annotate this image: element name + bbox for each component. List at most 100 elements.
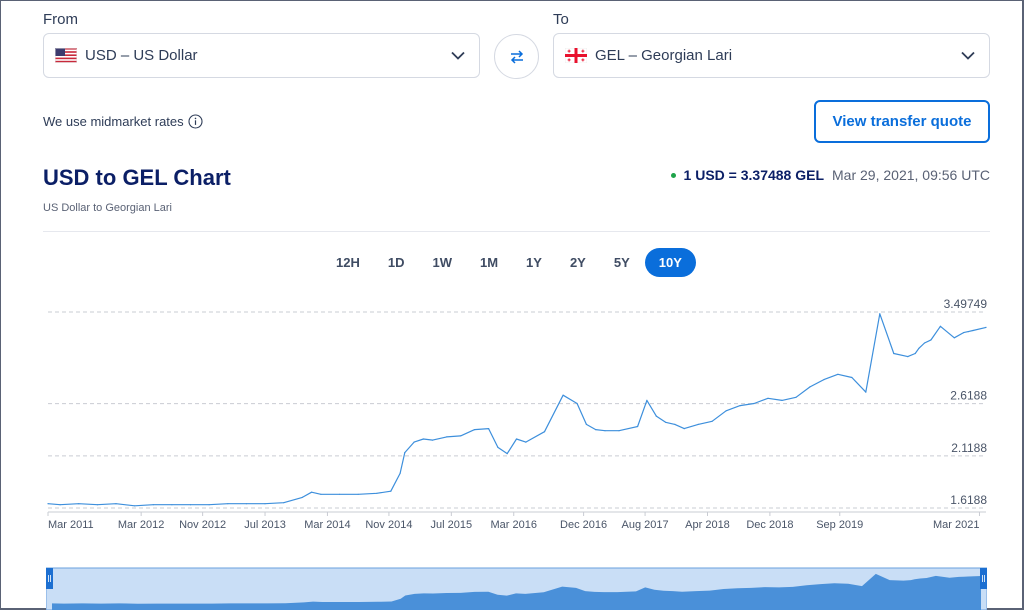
us-flag-icon xyxy=(55,48,77,63)
data-point xyxy=(390,490,392,492)
x-tick-label: Sep 2019 xyxy=(816,519,863,531)
data-point xyxy=(497,446,499,448)
data-point xyxy=(506,453,508,455)
data-point xyxy=(674,423,676,425)
x-tick-label: Mar 2014 xyxy=(304,519,350,531)
data-point xyxy=(781,399,783,401)
data-point xyxy=(585,423,588,425)
tab-5y[interactable]: 5Y xyxy=(601,248,643,277)
x-tick-label: Nov 2012 xyxy=(179,519,226,531)
data-point xyxy=(152,504,154,506)
to-currency-select[interactable]: GEL – Georgian Lari xyxy=(553,33,990,78)
data-point xyxy=(665,421,667,423)
chevron-down-icon xyxy=(961,51,975,60)
tab-1d[interactable]: 1D xyxy=(375,248,418,277)
midmarket-text: We use midmarket rates xyxy=(43,114,184,129)
tab-10y[interactable]: 10Y xyxy=(644,248,696,277)
to-label: To xyxy=(553,11,569,28)
data-point xyxy=(189,504,192,506)
time-range-tabs: 12H 1D 1W 1M 1Y 2Y 5Y 10Y xyxy=(323,248,698,277)
from-label: From xyxy=(43,11,78,28)
data-point xyxy=(879,313,881,315)
from-currency-text: USD – US Dollar xyxy=(85,47,198,64)
data-point xyxy=(753,402,755,405)
navigator-left-handle[interactable] xyxy=(46,568,53,589)
data-point xyxy=(939,325,942,327)
y-tick-label: 1.6188 xyxy=(950,493,987,507)
data-point xyxy=(301,496,303,498)
tab-1y[interactable]: 1Y xyxy=(513,248,555,277)
data-point xyxy=(655,415,657,417)
tab-1w[interactable]: 1W xyxy=(419,248,465,277)
data-point xyxy=(562,394,564,396)
swap-currencies-button[interactable] xyxy=(494,34,539,79)
x-tick-label: Jul 2013 xyxy=(244,519,286,531)
tab-12h[interactable]: 12H xyxy=(323,248,373,277)
data-point xyxy=(422,438,424,440)
data-point xyxy=(283,502,285,504)
midmarket-note: We use midmarket rates xyxy=(43,114,203,129)
data-point xyxy=(985,326,987,328)
data-point xyxy=(446,436,448,438)
data-point xyxy=(227,503,229,505)
x-tick-label: Dec 2016 xyxy=(560,519,607,531)
data-point xyxy=(543,431,546,433)
rate-timestamp: Mar 29, 2021, 09:56 UTC xyxy=(832,167,990,183)
info-icon[interactable] xyxy=(188,114,203,129)
x-tick-label: Mar 2016 xyxy=(490,519,536,531)
data-point xyxy=(739,405,741,407)
x-tick-label: Mar 2021 xyxy=(933,519,979,531)
data-point xyxy=(604,430,606,432)
navigator-right-handle[interactable] xyxy=(980,568,987,589)
tab-2y[interactable]: 2Y xyxy=(557,248,599,277)
data-point xyxy=(488,428,490,430)
rate-chart: 3.49749 2.6188 2.1188 1.6188 Mar 2011 Mar 201… xyxy=(47,297,987,531)
data-point xyxy=(809,386,811,388)
data-point xyxy=(725,410,727,412)
data-point xyxy=(914,352,916,355)
x-tick-label: Aug 2017 xyxy=(622,519,669,531)
tab-1m[interactable]: 1M xyxy=(467,248,511,277)
data-point xyxy=(134,505,136,507)
data-point xyxy=(918,347,920,349)
data-point xyxy=(264,503,266,505)
data-point xyxy=(171,504,173,506)
from-currency-select[interactable]: USD – US Dollar xyxy=(43,33,480,78)
x-tick-label: Mar 2012 xyxy=(118,519,164,531)
data-point xyxy=(697,423,699,425)
data-point xyxy=(923,342,926,344)
range-navigator[interactable] xyxy=(46,566,987,610)
data-point xyxy=(963,332,965,334)
data-point xyxy=(646,399,648,401)
data-point xyxy=(515,438,518,440)
data-point xyxy=(96,504,98,506)
data-point xyxy=(59,504,61,506)
data-point xyxy=(399,472,401,474)
rate-value: 1 USD = 3.37488 GEL xyxy=(683,167,825,183)
x-tick-label: Nov 2014 xyxy=(365,519,412,531)
data-point xyxy=(823,379,825,381)
data-point xyxy=(851,376,853,379)
data-point xyxy=(474,429,476,431)
live-status-dot xyxy=(670,172,676,178)
x-tick-label: Mar 2011 xyxy=(48,519,94,531)
data-point xyxy=(711,420,713,422)
view-transfer-quote-button[interactable]: View transfer quote xyxy=(814,100,990,143)
data-point xyxy=(618,430,620,432)
live-rate: 1 USD = 3.37488 GEL Mar 29, 2021, 09:56 … xyxy=(670,167,990,183)
data-point xyxy=(339,493,341,495)
y-tick-label: 2.1188 xyxy=(951,441,987,455)
data-point xyxy=(432,439,434,441)
series-line xyxy=(47,313,987,507)
data-point xyxy=(795,396,797,398)
divider xyxy=(43,231,990,232)
data-point xyxy=(767,397,769,399)
data-point xyxy=(47,503,49,505)
swap-arrows-icon xyxy=(510,49,523,64)
georgia-flag-icon xyxy=(565,48,587,63)
data-point xyxy=(320,493,322,495)
data-point xyxy=(311,491,313,493)
data-point xyxy=(683,428,685,430)
data-point xyxy=(907,356,909,358)
data-point xyxy=(893,352,895,355)
